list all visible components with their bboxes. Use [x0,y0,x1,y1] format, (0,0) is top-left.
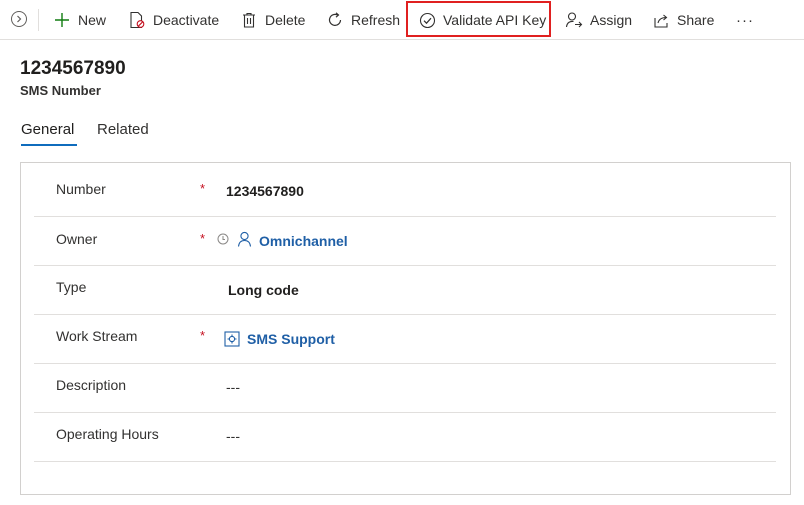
chevron-right-icon [17,15,22,23]
owner-label: Owner [56,231,98,247]
more-commands-button[interactable]: ··· [736,0,754,40]
owner-lookup-link[interactable]: Omnichannel [259,233,348,249]
deactivate-icon [128,11,146,29]
number-label: Number [56,181,106,197]
required-indicator: * [200,181,206,196]
deactivate-button-label: Deactivate [153,12,220,28]
operating-hours-label: Operating Hours [56,426,159,442]
row-divider [34,412,776,413]
record-title: 1234567890 [20,58,126,79]
tab-general[interactable]: General [21,121,74,138]
toolbar-divider [38,9,39,31]
new-button-label: New [78,12,107,28]
share-button-label: Share [677,12,715,28]
delete-button[interactable]: Delete [240,0,305,40]
user-icon [236,231,252,247]
expand-nav-button[interactable] [11,11,27,27]
record-entity-type: SMS Number [20,83,101,98]
deactivate-button[interactable]: Deactivate [128,0,219,40]
more-icon: ··· [736,11,754,29]
operating-hours-field[interactable]: --- [226,428,240,444]
share-button[interactable]: Share [652,0,714,40]
assign-button-label: Assign [590,12,633,28]
description-field[interactable]: --- [226,379,240,395]
share-icon [652,11,670,29]
type-label: Type [56,279,87,295]
plus-icon [53,11,71,29]
required-indicator: * [200,328,206,343]
work-stream-label: Work Stream [56,328,138,344]
work-stream-lookup-link[interactable]: SMS Support [247,331,335,347]
assign-button[interactable]: Assign [565,0,632,40]
workstream-icon [224,331,240,347]
row-divider [34,216,776,217]
row-divider [34,461,776,462]
command-bar: New Deactivate Delete Refresh Validate A… [0,0,804,40]
number-field[interactable]: 1234567890 [226,183,304,199]
highlight-box [406,1,551,37]
trash-icon [240,11,258,29]
new-button[interactable]: New [53,0,106,40]
tab-related[interactable]: Related [97,121,149,138]
description-label: Description [56,377,127,393]
required-indicator: * [200,231,206,246]
row-divider [34,314,776,315]
row-divider [34,265,776,266]
delete-button-label: Delete [265,12,306,28]
assign-icon [565,11,583,29]
row-divider [34,363,776,364]
active-tab-indicator [21,144,77,146]
refresh-button[interactable]: Refresh [326,0,400,40]
info-icon [217,233,229,245]
refresh-icon [326,11,344,29]
type-field[interactable]: Long code [228,282,299,298]
refresh-button-label: Refresh [351,12,401,28]
